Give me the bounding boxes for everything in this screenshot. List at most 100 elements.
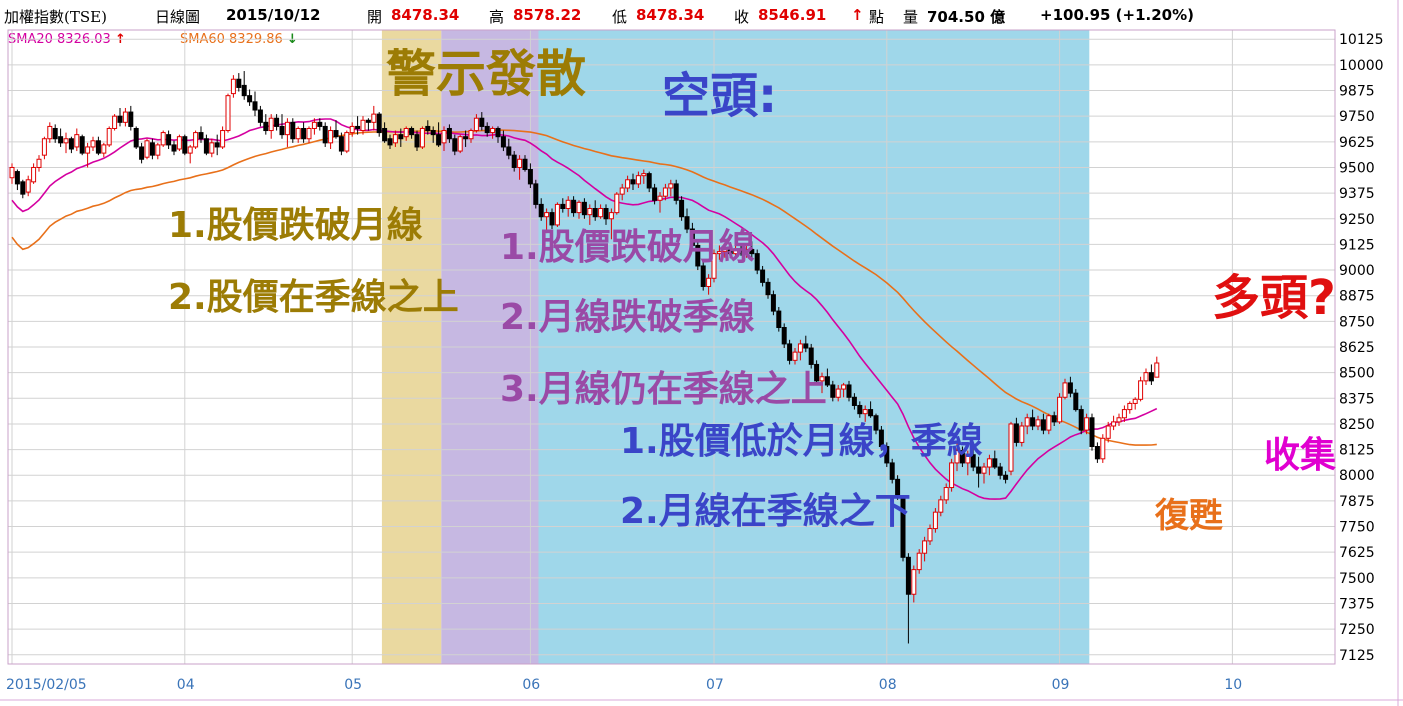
candle xyxy=(776,306,782,332)
candle xyxy=(1143,368,1149,385)
candle xyxy=(252,91,258,117)
candle xyxy=(306,126,312,143)
candle-body xyxy=(225,95,231,132)
candle-body xyxy=(949,462,955,489)
candle-body xyxy=(652,187,658,201)
candle xyxy=(68,136,74,154)
candle-body xyxy=(387,138,393,146)
candle-body xyxy=(446,127,452,140)
candle-body xyxy=(565,199,571,210)
divergence-note-2: 2.月線跌破季線 xyxy=(500,297,755,338)
candle-body xyxy=(587,208,593,216)
candle-body xyxy=(452,138,458,152)
candle xyxy=(268,114,274,139)
candle-body xyxy=(31,166,37,183)
candle-body xyxy=(1030,417,1036,427)
warning-title-text: 警示發散 xyxy=(386,45,586,103)
bear-title: 空頭: xyxy=(662,68,778,124)
candle-body xyxy=(517,158,523,168)
x-tick-label: 06 xyxy=(522,677,540,693)
candle xyxy=(14,169,20,191)
candle xyxy=(90,136,96,152)
candle xyxy=(279,114,285,139)
candle-body xyxy=(992,458,998,468)
candle-body xyxy=(365,119,371,123)
candle xyxy=(1132,397,1138,410)
candle xyxy=(225,93,231,133)
candle xyxy=(214,134,220,156)
x-tick-label: 04 xyxy=(177,677,195,693)
candle-body xyxy=(409,127,415,136)
candle-body xyxy=(328,130,334,144)
accumulation-label: 收集 xyxy=(1264,435,1337,476)
candle-body xyxy=(1008,423,1014,472)
candle xyxy=(770,290,776,316)
candle-body xyxy=(279,125,285,136)
candle-body xyxy=(1132,398,1138,404)
candle-body xyxy=(414,134,420,148)
candle-body xyxy=(835,388,841,398)
candle xyxy=(263,114,269,135)
candle-body xyxy=(706,277,712,287)
candle-body xyxy=(1105,425,1111,439)
candle xyxy=(58,128,64,147)
candle xyxy=(365,118,371,131)
y-tick-label: 8375 xyxy=(1339,391,1375,407)
candle-body xyxy=(79,136,85,154)
candle-body xyxy=(1040,419,1046,431)
candle-body xyxy=(436,134,442,146)
candle-body xyxy=(220,130,226,148)
candle xyxy=(754,249,760,275)
candle-body xyxy=(1051,415,1057,423)
y-axis-labels: 7125 7250 7375 7500 7625 7750 7875 8000 8125 8250… xyxy=(1339,32,1384,664)
candle-body xyxy=(360,119,366,132)
candle-body xyxy=(333,130,339,138)
candle-body xyxy=(1154,362,1160,378)
candle-body xyxy=(317,121,323,127)
candle-body xyxy=(425,125,431,132)
candle-body xyxy=(803,343,809,349)
y-tick-label: 8125 xyxy=(1339,443,1375,459)
candle-body xyxy=(760,269,766,283)
candle-body xyxy=(155,144,161,156)
candle-body xyxy=(9,166,15,179)
candle xyxy=(1138,376,1144,402)
candle xyxy=(457,134,463,154)
candle xyxy=(117,107,123,127)
candle-body xyxy=(47,125,53,140)
candle xyxy=(41,136,47,160)
candle-body xyxy=(754,253,760,271)
candle-body xyxy=(598,208,604,218)
candle-body xyxy=(889,462,895,480)
candle-body xyxy=(625,179,631,189)
candle-body xyxy=(419,127,425,148)
y-tick-label: 7375 xyxy=(1339,596,1375,612)
candle-body xyxy=(236,78,242,88)
candle-body xyxy=(527,169,533,185)
candle-body xyxy=(922,540,928,554)
candle-body xyxy=(765,281,771,296)
candle-body xyxy=(679,199,685,218)
candle-body xyxy=(484,125,490,134)
candle-body xyxy=(41,138,47,156)
candle xyxy=(106,126,112,147)
candle-body xyxy=(943,487,949,501)
candle xyxy=(171,140,177,156)
candle-body xyxy=(911,569,917,595)
chart-window: 加權指數(TSE) 日線圖 2015/10/12 開 8478.34 高 857… xyxy=(0,0,1403,706)
divergence-note-1: 1.股價跌破月線 xyxy=(500,227,755,268)
candle xyxy=(182,134,188,156)
candle-body xyxy=(635,175,641,185)
candle xyxy=(1008,421,1014,476)
candle-body xyxy=(662,187,668,197)
candle xyxy=(144,138,150,160)
candle-body xyxy=(997,466,1003,476)
candle-body xyxy=(160,132,166,146)
candle-body xyxy=(1138,380,1144,400)
candle-body xyxy=(171,144,177,152)
y-tick-label: 7125 xyxy=(1339,648,1375,664)
y-tick-label: 9625 xyxy=(1339,135,1375,151)
candle-body xyxy=(398,134,404,140)
candle xyxy=(36,155,42,172)
candle-body xyxy=(117,115,123,123)
